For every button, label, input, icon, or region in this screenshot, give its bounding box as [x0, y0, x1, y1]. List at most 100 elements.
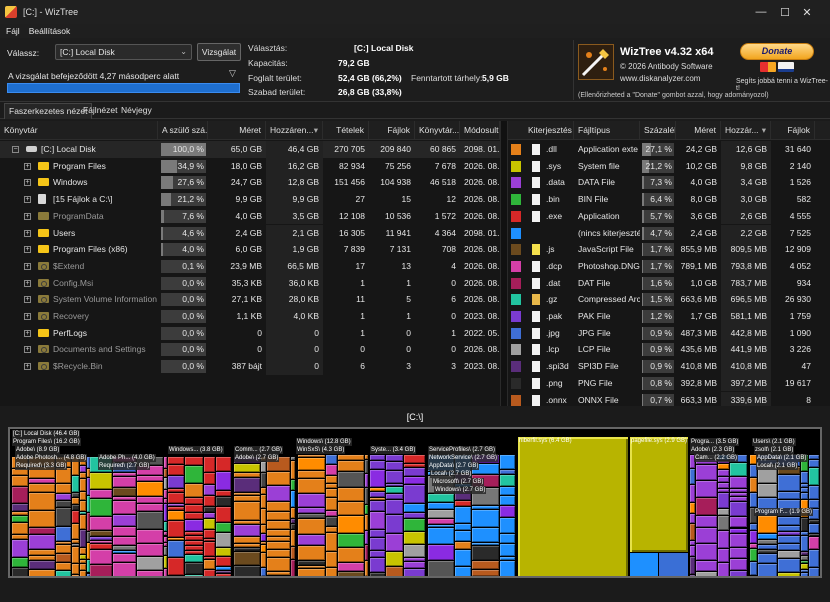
treemap-tile[interactable] — [370, 491, 385, 497]
treemap-tile[interactable] — [778, 516, 801, 525]
tree-row[interactable]: +PerfLogs0,0 %001012022. 05. 0 — [0, 324, 500, 342]
treemap-tile[interactable] — [184, 574, 204, 576]
treemap-tile[interactable] — [758, 516, 778, 534]
treemap-tile[interactable] — [298, 569, 325, 576]
ext-row[interactable]: .onnx ONNX File 0,7 % 663,3 MB 339,6 MB 8 — [508, 391, 830, 406]
expand-toggle-icon[interactable]: + — [24, 313, 31, 320]
treemap-tile[interactable] — [472, 569, 499, 576]
treemap-tile[interactable] — [428, 502, 454, 509]
ext-row[interactable]: .bin BIN File 6,4 % 8,0 GB 3,0 GB 582 — [508, 191, 830, 208]
treemap-tile[interactable] — [234, 502, 260, 521]
treemap-tile[interactable] — [90, 531, 112, 537]
treemap-tile[interactable] — [291, 546, 295, 560]
treemap-tile[interactable] — [90, 550, 112, 565]
treemap-tile[interactable] — [234, 521, 260, 524]
expand-toggle-icon[interactable]: + — [24, 262, 31, 270]
treemap-tile[interactable] — [267, 542, 290, 549]
treemap-tile[interactable] — [472, 509, 499, 527]
treemap-tile[interactable] — [499, 495, 515, 505]
treemap-tile[interactable] — [385, 483, 403, 487]
treemap-tile[interactable] — [325, 510, 338, 517]
treemap-tile[interactable] — [778, 559, 801, 572]
treemap-tile[interactable] — [778, 474, 801, 492]
treemap-tile[interactable] — [365, 577, 368, 578]
tab-about[interactable]: Névjegy — [117, 103, 156, 119]
expand-toggle-icon[interactable]: − — [12, 146, 19, 153]
treemap-tile[interactable] — [325, 476, 338, 483]
treemap-tile[interactable] — [801, 535, 808, 551]
treemap-tile[interactable] — [696, 498, 718, 516]
treemap-tile[interactable] — [291, 518, 295, 523]
treemap-tile[interactable] — [168, 493, 184, 503]
treemap-tile[interactable] — [730, 493, 747, 497]
treemap-tile[interactable] — [234, 543, 260, 548]
treemap-tile[interactable] — [267, 572, 290, 576]
treemap-tile[interactable] — [136, 512, 163, 529]
treemap-tile[interactable] — [204, 542, 215, 556]
treemap-tile[interactable] — [338, 563, 364, 571]
treemap-tile[interactable] — [234, 463, 260, 473]
treemap-tile[interactable] — [454, 567, 472, 576]
treemap-tile[interactable] — [730, 570, 747, 576]
treemap-tile[interactable] — [696, 516, 718, 527]
treemap-tile[interactable] — [730, 558, 747, 570]
treemap-tile[interactable] — [72, 505, 80, 510]
treemap-tile[interactable] — [808, 467, 819, 485]
treemap-tile[interactable] — [112, 562, 136, 576]
tree-row[interactable]: + Program Files 34,9 % 18,0 GB 16,2 GB 82 934… — [0, 157, 500, 175]
treemap-tile[interactable] — [56, 494, 72, 501]
treemap-tile[interactable] — [112, 500, 136, 515]
treemap-tile[interactable] — [690, 574, 696, 576]
treemap-tile[interactable] — [291, 490, 295, 508]
treemap-tile[interactable] — [730, 477, 747, 488]
treemap-tile[interactable] — [298, 471, 325, 478]
treemap-tile[interactable] — [385, 500, 403, 514]
ext-row[interactable]: .gz Compressed Arc 1,5 % 663,6 MB 696,5 MB 26… — [508, 291, 830, 308]
treemap-tile[interactable] — [364, 514, 368, 531]
col-parent-percent[interactable]: A szülő szá... — [158, 121, 208, 140]
expand-toggle-icon[interactable]: + — [24, 346, 31, 354]
treemap-tile[interactable] — [696, 571, 718, 576]
treemap-tile[interactable] — [690, 557, 696, 574]
ext-row[interactable]: .dat DAT File 1,6 % 1,0 GB 783,7 MB 934 — [508, 274, 830, 292]
treemap-tile[interactable] — [718, 464, 730, 469]
treemap-tile[interactable] — [778, 531, 801, 535]
treemap-tile[interactable] — [385, 487, 403, 494]
treemap-tile[interactable] — [168, 511, 184, 521]
treemap-tile[interactable] — [801, 484, 808, 488]
treemap-tile[interactable] — [403, 455, 425, 463]
treemap-tile[interactable] — [403, 518, 425, 532]
treemap-tile[interactable] — [56, 541, 72, 545]
treemap-tile[interactable] — [216, 548, 231, 556]
treemap-tile[interactable] — [298, 519, 325, 534]
treemap-tile[interactable] — [499, 544, 515, 556]
treemap-tile[interactable] — [472, 542, 499, 545]
treemap-tile[interactable] — [403, 485, 425, 503]
treemap-tile[interactable] — [338, 455, 364, 460]
treemap-tile[interactable] — [136, 556, 163, 570]
treemap-tile[interactable] — [72, 510, 80, 524]
treemap-tile[interactable] — [234, 496, 260, 502]
treemap-tile[interactable] — [56, 570, 72, 576]
treemap-tile[interactable] — [472, 527, 499, 542]
menu-file[interactable]: Fájl — [6, 26, 20, 36]
treemap-tile[interactable] — [370, 501, 385, 511]
treemap-tile[interactable] — [12, 558, 28, 568]
treemap-tile[interactable] — [808, 455, 819, 460]
treemap-tile[interactable] — [690, 484, 696, 503]
ext-row[interactable]: .data DATA File 7,3 % 4,0 GB 3,4 GB 1 526 — [508, 174, 830, 192]
treemap-tile[interactable] — [801, 556, 808, 560]
treemap-tile[interactable] — [499, 475, 515, 486]
drive-select[interactable]: [C:] Local Disk ⌄ — [55, 44, 192, 60]
treemap-tile[interactable] — [90, 565, 112, 576]
tree-row[interactable]: + [15 Fájlok a C:\] 21,2 % 9,9 GB 9,9 GB 27 15… — [0, 191, 500, 208]
treemap-tile[interactable] — [260, 488, 267, 495]
treemap-tile[interactable] — [90, 498, 112, 517]
treemap-tile[interactable] — [750, 576, 757, 578]
treemap-tile[interactable] — [325, 464, 338, 476]
treemap-tile[interactable] — [168, 557, 184, 575]
treemap-tile[interactable] — [499, 505, 515, 517]
treemap-tile[interactable] — [204, 539, 215, 542]
treemap-tile[interactable] — [808, 533, 819, 536]
close-button[interactable]: ✕ — [784, 0, 830, 24]
